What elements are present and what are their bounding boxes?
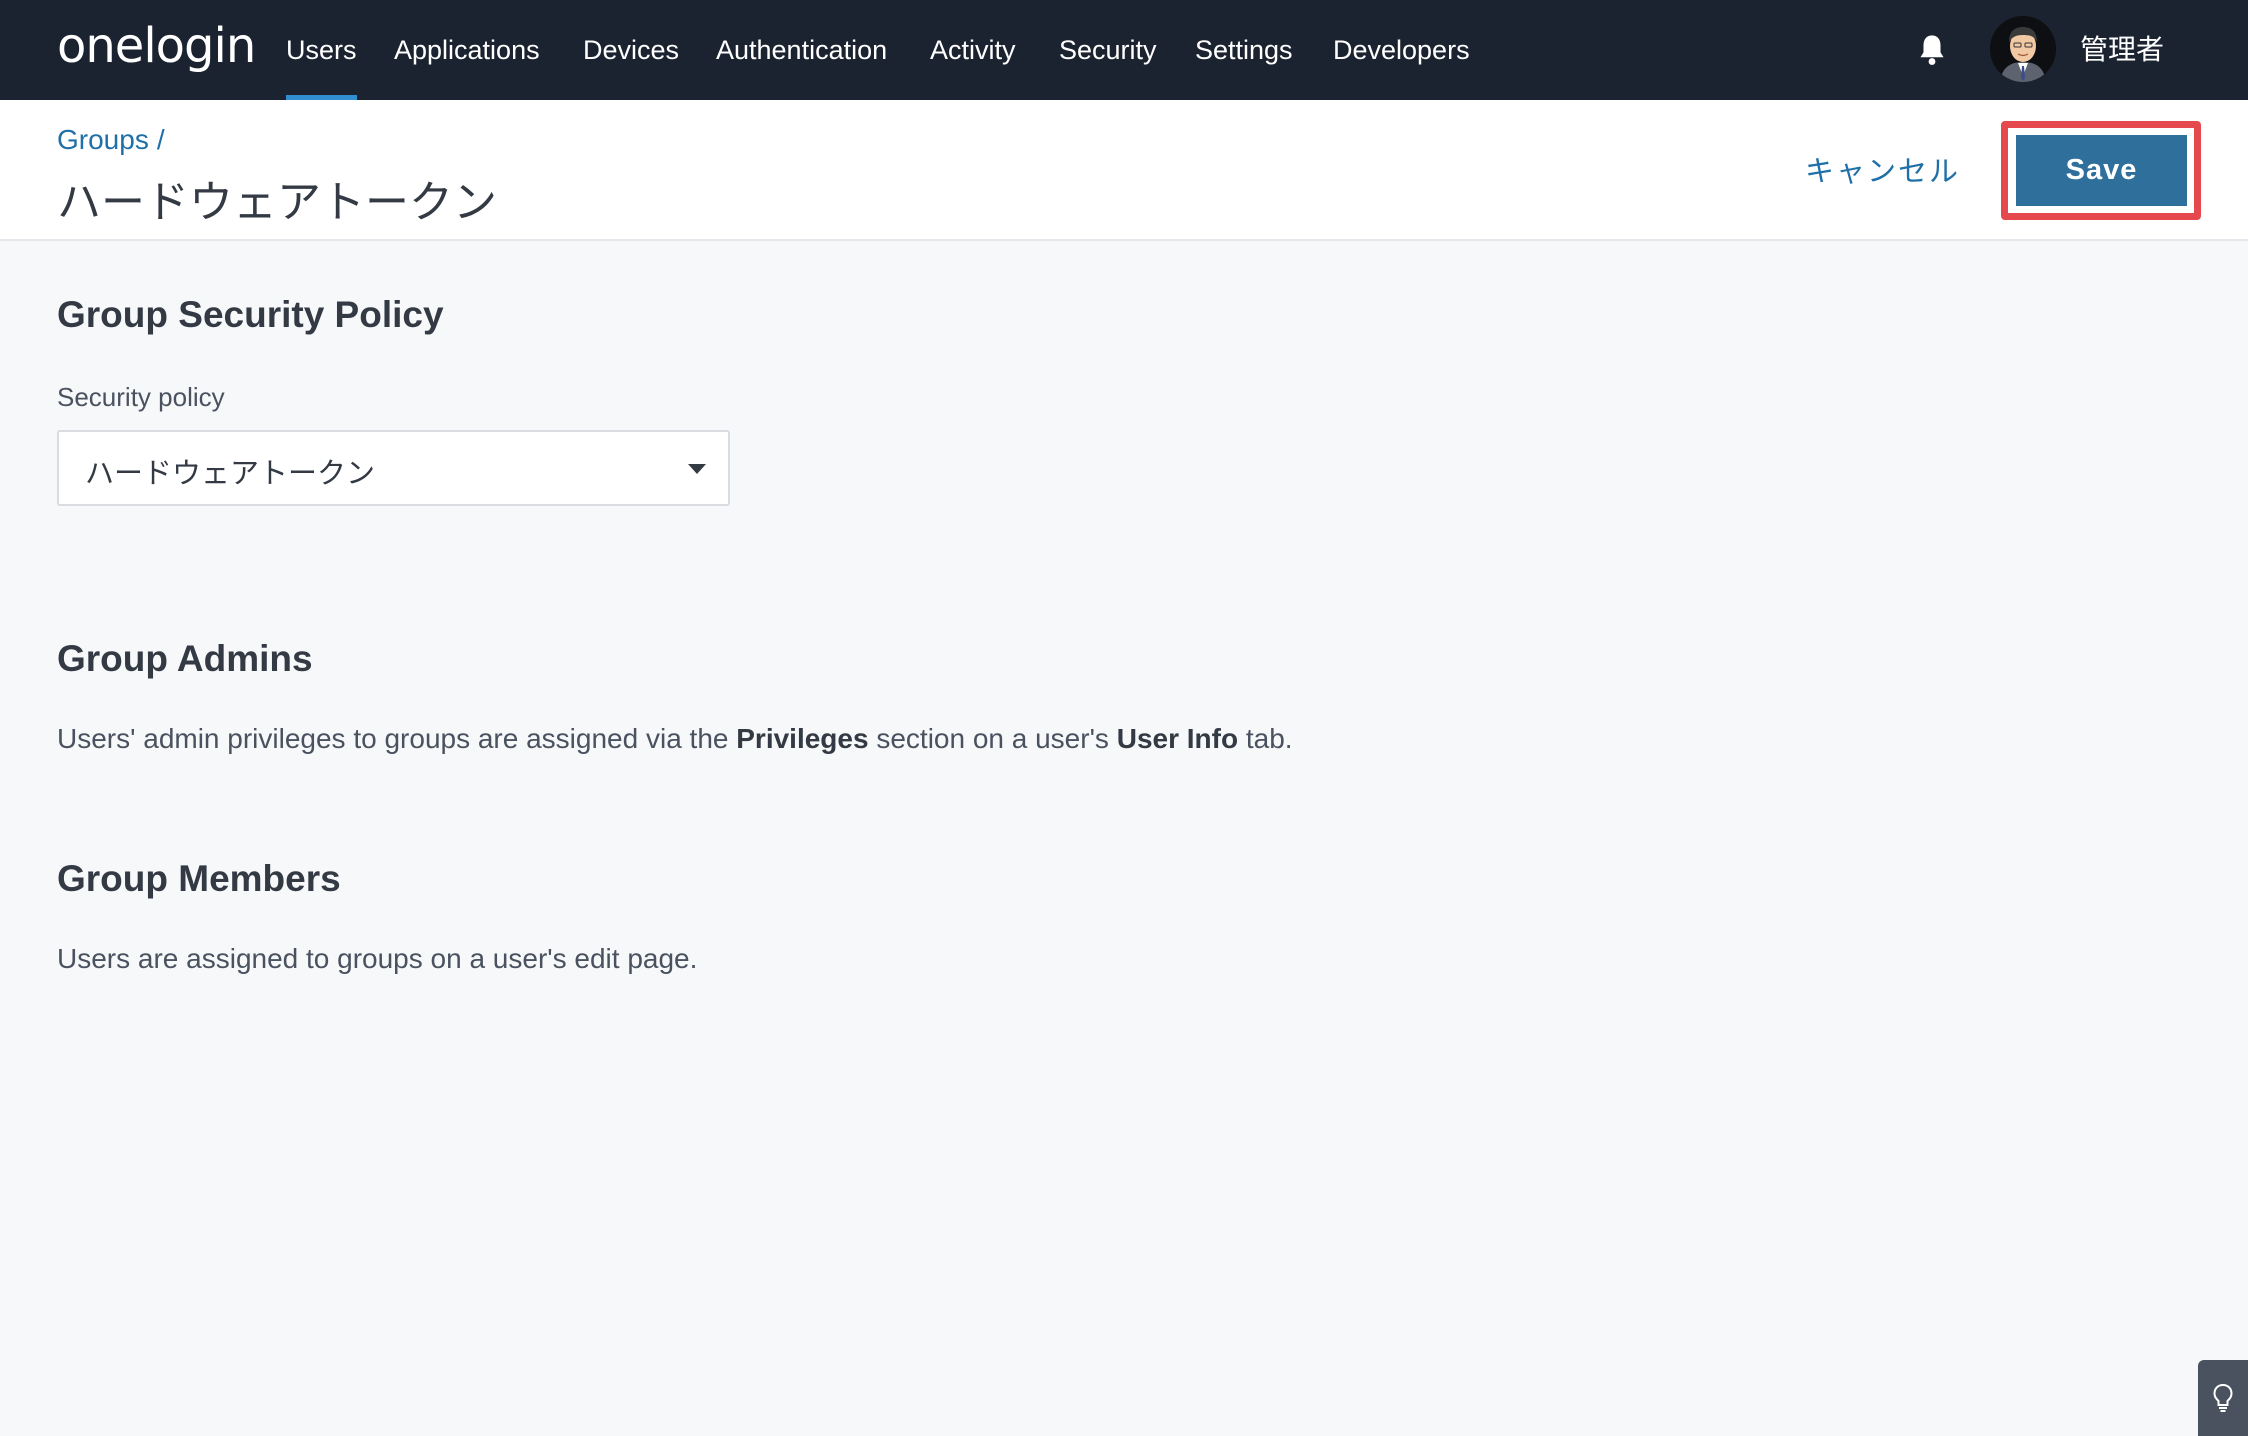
nav-activity-label: Activity [930, 34, 1016, 65]
help-tab[interactable] [2198, 1360, 2248, 1436]
members-description: Users are assigned to groups on a user's… [57, 943, 698, 974]
avatar[interactable] [1990, 16, 2056, 82]
admins-description: Users' admin privileges to groups are as… [57, 723, 1293, 755]
breadcrumb-separator: / [156, 124, 165, 155]
nav-activity[interactable]: Activity [930, 0, 1016, 100]
nav-authentication-label: Authentication [716, 34, 888, 65]
security-section-title: Group Security Policy [57, 294, 444, 335]
nav-settings-label: Settings [1195, 34, 1293, 65]
breadcrumb-groups-link[interactable]: Groups [57, 124, 149, 155]
admins-text-after: tab. [1238, 723, 1293, 754]
nav-users[interactable]: Users [286, 0, 357, 100]
onelogin-logo[interactable]: onelogin [57, 18, 256, 74]
lightbulb-icon [2213, 1383, 2233, 1412]
breadcrumb: Groups / [57, 124, 165, 156]
admins-section-title: Group Admins [57, 638, 313, 679]
nav-devices-label: Devices [583, 34, 680, 65]
top-navbar: onelogin Users Applications Devices Auth… [0, 0, 2248, 100]
nav-security-label: Security [1059, 34, 1157, 65]
security-policy-select[interactable]: ハードウェアトークン [57, 430, 730, 506]
security-policy-value: ハードウェアトークン [85, 458, 376, 490]
nav-security[interactable]: Security [1059, 0, 1157, 100]
members-section-title: Group Members [57, 858, 341, 899]
nav-developers-label: Developers [1333, 34, 1470, 65]
nav-applications-label: Applications [394, 34, 540, 65]
save-button[interactable]: Save [2016, 135, 2187, 206]
nav-devices[interactable]: Devices [583, 0, 679, 100]
security-policy-label: Security policy [57, 382, 225, 412]
nav-developers[interactable]: Developers [1333, 0, 1470, 100]
privileges-text: Privileges [736, 723, 869, 754]
page-header: Groups / ハードウェアトークン キャンセル [0, 100, 2248, 241]
user-name[interactable]: 管理者 [2080, 28, 2164, 68]
avatar-image [1990, 16, 2056, 82]
nav-applications[interactable]: Applications [394, 0, 540, 100]
bell-icon[interactable] [1917, 33, 1947, 67]
cancel-button[interactable]: キャンセル [1805, 148, 1960, 190]
admins-text-mid: section on a user's [868, 723, 1117, 754]
nav-authentication[interactable]: Authentication [716, 0, 887, 100]
nav-settings[interactable]: Settings [1195, 0, 1293, 100]
user-info-text: User Info [1116, 723, 1239, 754]
chevron-down-icon [688, 464, 706, 474]
admins-text-before: Users' admin privileges to groups are as… [57, 723, 737, 754]
page-title: ハードウェアトークン [57, 178, 497, 227]
nav-users-label: Users [286, 34, 357, 65]
